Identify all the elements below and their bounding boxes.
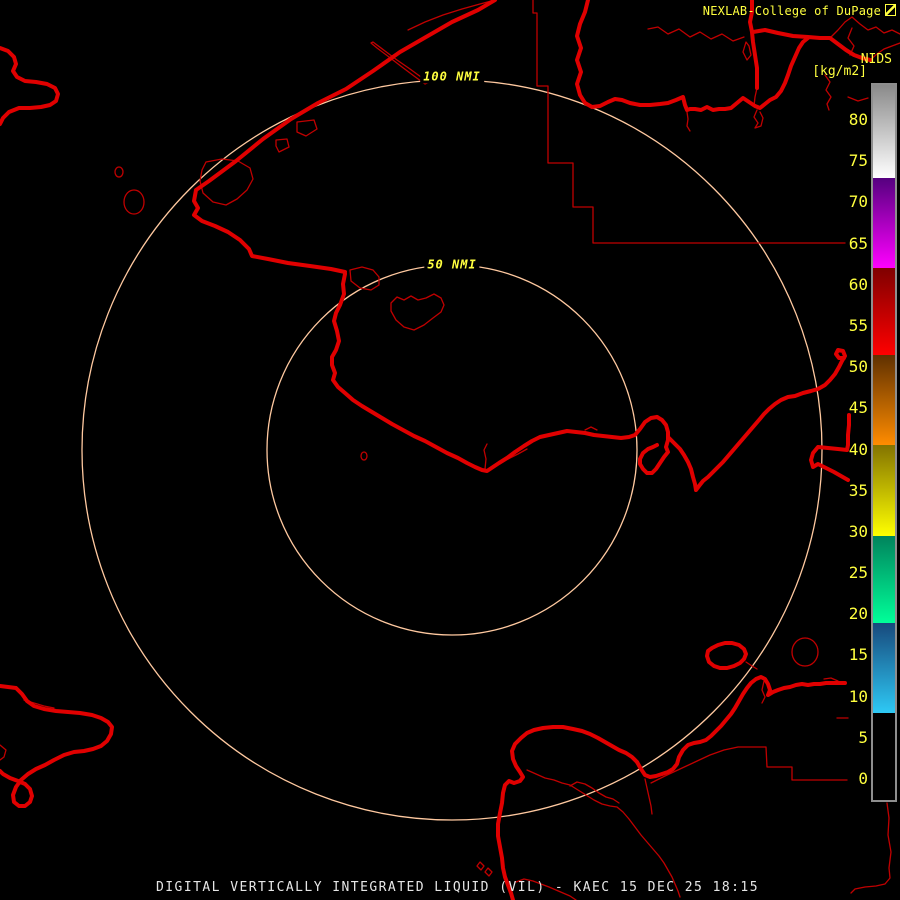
coastline-path [635, 675, 847, 779]
colorbar-segment [873, 536, 895, 623]
colorbar-tick-15: 15 [848, 645, 868, 665]
range-ring-label: 100 NMI [420, 69, 484, 84]
coastline-path [667, 348, 847, 492]
range-rings [81, 79, 823, 821]
colorbar-tick-65: 65 [848, 233, 868, 253]
brand-label: NEXLAB-College of DuPage [702, 4, 881, 18]
colorbar-tick-10: 10 [848, 686, 868, 706]
boundary-path [275, 138, 290, 153]
boundary-path [761, 680, 766, 704]
colorbar-tick-20: 20 [848, 604, 868, 624]
boundary-path [0, 744, 7, 761]
colorbar-tick-55: 55 [848, 316, 868, 336]
radar-display: 100 NMI 50 NMI NEXLAB-College of DuPage N… [0, 0, 900, 900]
range-ring-label: 50 NMI [424, 257, 480, 272]
boundary-path [644, 778, 653, 815]
boundary-path [647, 26, 745, 42]
island-outline [360, 451, 368, 461]
colorbar-segment [873, 445, 895, 537]
range-ring-185 [266, 264, 638, 636]
colorbar-tick-0: 0 [858, 769, 868, 789]
product-caption: DIGITAL VERTICALLY INTEGRATED LIQUID (VI… [156, 880, 759, 895]
colorbar-tick-40: 40 [848, 439, 868, 459]
coastline-path [330, 272, 659, 473]
colorbar-segment [873, 85, 895, 178]
coastline-path [0, 684, 114, 808]
coastline-path [809, 413, 851, 482]
boundary-path [483, 443, 488, 470]
boundary-path [390, 293, 445, 331]
colorbar-segment [873, 713, 895, 800]
brand-logo-icon [885, 4, 896, 16]
colorbar-tick-60: 60 [848, 274, 868, 294]
coastline-path [0, 46, 60, 126]
boundary-path [584, 426, 598, 431]
island-outline [114, 166, 124, 178]
boundary-path [824, 74, 832, 111]
colorbar-tick-50: 50 [848, 357, 868, 377]
colorbar-tick-35: 35 [848, 480, 868, 500]
range-ring-370 [81, 79, 823, 821]
colorbar-segment [873, 268, 895, 355]
boundary-path [476, 861, 485, 871]
coastline-path [192, 0, 497, 274]
map-outlines-thin [0, 0, 900, 900]
colorbar-tick-5: 5 [858, 727, 868, 747]
boundary-path [407, 0, 496, 31]
boundary-path [753, 109, 764, 129]
boundary-path [829, 16, 900, 39]
colorbar-segment [873, 177, 895, 269]
radar-map [0, 0, 900, 900]
colorbar-segment [873, 354, 895, 446]
coastline-path [705, 641, 748, 670]
boundary-path [526, 769, 681, 898]
colorbar-tick-30: 30 [848, 522, 868, 542]
colorbar-tick-45: 45 [848, 398, 868, 418]
brand-text: NEXLAB-College of DuPage [703, 4, 896, 18]
boundary-path [823, 677, 839, 682]
colorbar [871, 83, 897, 802]
boundary-path [850, 802, 892, 894]
colorbar-tick-70: 70 [848, 192, 868, 212]
colorbar-tick-25: 25 [848, 563, 868, 583]
island-outline [791, 637, 819, 667]
colorbar-tick-75: 75 [848, 151, 868, 171]
colorbar-segment [873, 622, 895, 714]
island-outline [123, 189, 145, 215]
boundary-path [686, 111, 691, 132]
boundary-path [484, 867, 493, 877]
boundary-path [742, 41, 752, 61]
boundary-path [847, 96, 869, 102]
colorbar-units: [kg/m2] [812, 64, 867, 79]
map-outlines-thick [0, 0, 872, 900]
colorbar-tick-80: 80 [848, 110, 868, 130]
boundary-path [296, 119, 318, 137]
